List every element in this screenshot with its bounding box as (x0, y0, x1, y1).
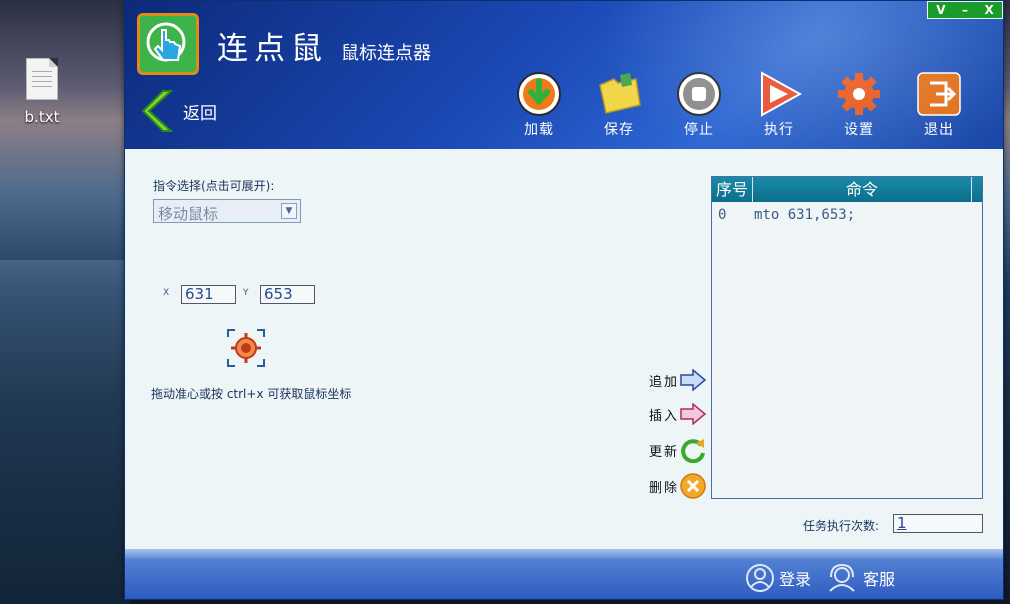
chevron-left-icon (141, 90, 174, 132)
row-command: mto 631,653; (754, 207, 856, 223)
app-subtitle: 鼠标连点器 (341, 43, 431, 64)
stop-button[interactable]: 停止 (669, 71, 729, 139)
back-label: 返回 (183, 103, 217, 124)
add-label: 追加 (649, 374, 680, 390)
app-window: V – X 连点鼠 鼠标连点器 返回 加载 保存 停止 执行 设置 退出 指令选… (124, 0, 1004, 600)
main-panel: 指令选择(点击可展开): 移动鼠标 ▼ X 631 Y 653 拖动准心或按 c… (125, 149, 1003, 547)
run-label: 执行 (764, 122, 794, 138)
arrow-right-pink-icon (680, 403, 707, 425)
headset-support-icon (829, 563, 855, 592)
delete-label: 删除 (649, 480, 680, 496)
app-title: 连点鼠 (217, 31, 328, 67)
delete-icon (680, 473, 706, 499)
crosshair-hint: 拖动准心或按 ctrl+x 可获取鼠标坐标 (151, 387, 352, 401)
play-icon (756, 71, 803, 117)
window-controls: V – X (927, 1, 1003, 19)
exit-icon (916, 71, 962, 117)
close-button[interactable]: X (984, 3, 993, 17)
add-button[interactable]: 追加 (649, 369, 707, 391)
insert-label: 插入 (649, 408, 680, 424)
exit-label: 退出 (924, 122, 954, 138)
login-button[interactable]: 登录 (745, 563, 811, 593)
desktop-background (0, 260, 130, 604)
arrow-right-icon (680, 369, 707, 391)
back-button[interactable]: 返回 (141, 89, 217, 133)
command-select[interactable]: 移动鼠标 ▼ (153, 199, 301, 223)
hand-pointer-icon (146, 22, 186, 62)
command-select-value: 移动鼠标 (158, 205, 219, 223)
refresh-icon (681, 439, 705, 463)
download-icon (516, 71, 562, 117)
command-list[interactable]: 序号 命令 0 mto 631,653; (711, 176, 983, 499)
load-button[interactable]: 加载 (509, 71, 569, 139)
text-file-icon (26, 58, 58, 100)
command-select-label: 指令选择(点击可展开): (153, 179, 275, 193)
exit-button[interactable]: 退出 (909, 71, 969, 139)
gear-icon (836, 71, 882, 117)
task-count-input[interactable]: 1 (893, 514, 983, 533)
crosshair-icon[interactable] (227, 329, 265, 367)
table-row[interactable]: 0 mto 631,653; (712, 202, 982, 223)
settings-button[interactable]: 设置 (829, 71, 889, 139)
insert-button[interactable]: 插入 (649, 403, 707, 425)
x-coordinate-input[interactable]: 631 (181, 285, 236, 304)
chevron-down-icon: ▼ (281, 203, 297, 219)
update-label: 更新 (649, 444, 680, 460)
login-label: 登录 (779, 570, 812, 589)
minimize-button[interactable]: – (962, 3, 968, 17)
app-logo (137, 13, 199, 75)
app-footer: 登录 客服 (125, 549, 1003, 599)
y-label: Y (243, 288, 249, 298)
load-label: 加载 (524, 122, 554, 138)
update-button[interactable]: 更新 (649, 437, 707, 463)
app-header: V – X 连点鼠 鼠标连点器 返回 加载 保存 停止 执行 设置 退出 (125, 1, 1003, 149)
delete-button[interactable]: 删除 (649, 472, 707, 500)
desktop-file-label: b.txt (24, 108, 60, 126)
column-header-index[interactable]: 序号 (712, 177, 753, 202)
row-index: 0 (718, 207, 727, 223)
settings-label: 设置 (844, 122, 874, 138)
support-label: 客服 (863, 570, 896, 589)
minimize-v-button[interactable]: V (936, 3, 945, 17)
column-header-command[interactable]: 命令 (753, 177, 972, 202)
y-coordinate-input[interactable]: 653 (260, 285, 315, 304)
save-button[interactable]: 保存 (589, 71, 649, 139)
folder-save-icon (596, 71, 642, 117)
task-count-label: 任务执行次数: (803, 519, 880, 533)
command-list-header: 序号 命令 (712, 177, 982, 202)
support-button[interactable]: 客服 (825, 563, 895, 593)
x-label: X (163, 288, 170, 298)
stop-label: 停止 (684, 122, 714, 138)
run-button[interactable]: 执行 (749, 71, 809, 139)
user-icon (746, 564, 774, 592)
save-label: 保存 (604, 122, 634, 138)
stop-icon (676, 71, 722, 117)
desktop-file-b-txt[interactable]: b.txt (14, 58, 70, 126)
